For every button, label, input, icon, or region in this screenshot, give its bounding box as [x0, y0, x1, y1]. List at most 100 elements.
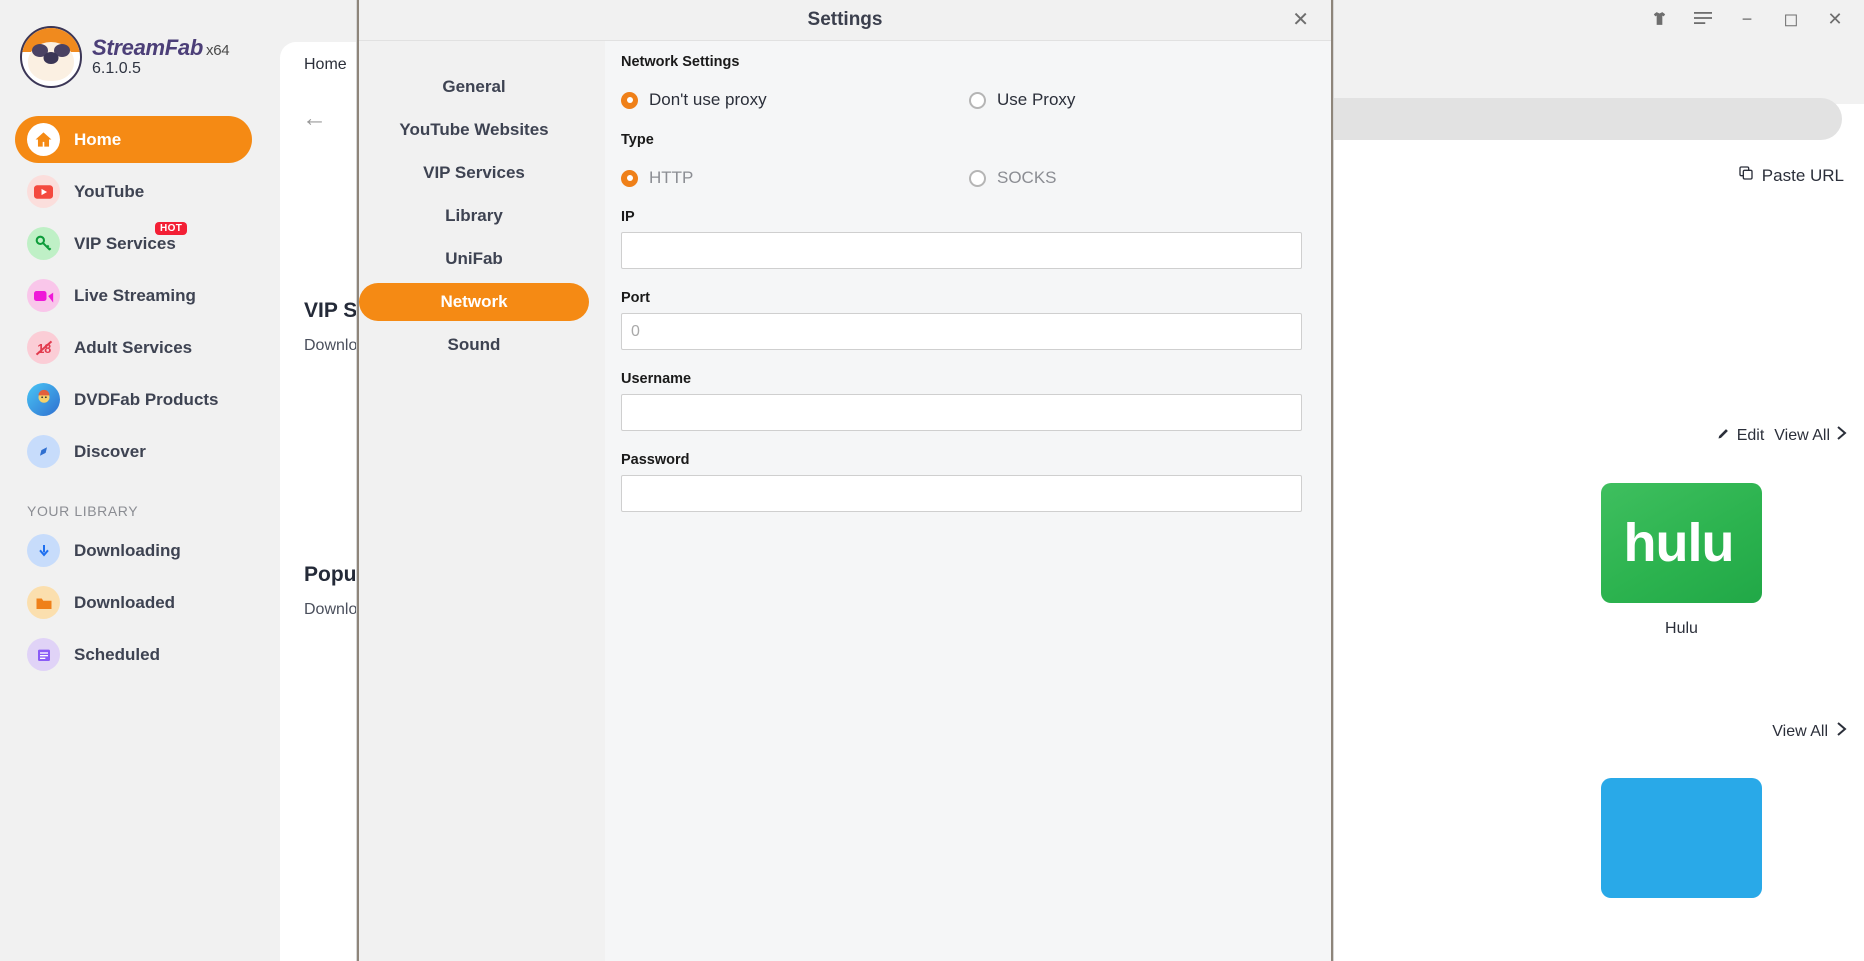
- sidebar-item-label: YouTube: [74, 181, 145, 201]
- settings-nav-library[interactable]: Library: [359, 197, 589, 235]
- ip-input[interactable]: [621, 232, 1302, 269]
- settings-nav-vip-services[interactable]: VIP Services: [359, 154, 589, 192]
- library-nav: Downloading Downloaded Scheduled: [0, 527, 267, 678]
- settings-nav-label: UniFab: [445, 249, 503, 268]
- key-icon: [27, 227, 60, 260]
- settings-nav-label: General: [442, 77, 506, 96]
- radio-dont-use-proxy[interactable]: Don't use proxy: [621, 90, 969, 110]
- tab-home[interactable]: Home: [304, 56, 347, 74]
- dialog-title: Settings: [807, 9, 883, 30]
- radio-label: HTTP: [649, 168, 694, 187]
- sidebar-item-live-streaming[interactable]: Live Streaming: [15, 272, 252, 319]
- sidebar-item-adult-services[interactable]: 18 Adult Services: [15, 324, 252, 371]
- sidebar-item-downloaded[interactable]: Downloaded: [15, 579, 252, 626]
- proxy-mode-radio-group: Don't use proxy Use Proxy: [621, 90, 1303, 110]
- sidebar-item-label: Live Streaming: [74, 285, 196, 305]
- paste-url-label: Paste URL: [1761, 165, 1844, 185]
- settings-nav-youtube-websites[interactable]: YouTube Websites: [359, 111, 589, 149]
- sidebar-item-dvdfab-products[interactable]: DVDFab Products: [15, 376, 252, 423]
- field-group-username: Username: [621, 371, 1303, 431]
- compass-icon: [27, 435, 60, 468]
- sidebar-item-label: Downloading: [74, 540, 181, 560]
- sidebar-item-label: VIP Services: [74, 233, 176, 253]
- panel-heading: Network Settings: [621, 54, 740, 70]
- home-icon: [27, 123, 60, 156]
- settings-nav-label: Sound: [447, 335, 501, 354]
- edit-button[interactable]: Edit: [1716, 426, 1764, 446]
- chevron-right-icon: [1836, 721, 1848, 742]
- youtube-icon: [27, 175, 60, 208]
- sidebar-item-label: Scheduled: [74, 644, 160, 664]
- password-input[interactable]: [621, 475, 1302, 512]
- sidebar-item-label: Home: [74, 129, 122, 149]
- menu-icon[interactable]: [1692, 10, 1714, 28]
- brand-name-text: StreamFab: [92, 34, 204, 60]
- field-group-port: Port: [621, 290, 1303, 350]
- popular-tile-blue[interactable]: [1601, 778, 1762, 898]
- adult-blocked-icon: 18: [27, 331, 60, 364]
- radio-socks[interactable]: SOCKS: [969, 168, 1057, 188]
- close-icon[interactable]: ✕: [1824, 10, 1846, 28]
- settings-nav-label: VIP Services: [423, 163, 525, 182]
- view-all-button[interactable]: View All: [1774, 425, 1848, 446]
- ip-label: IP: [621, 209, 635, 225]
- sidebar-item-label: Adult Services: [74, 337, 193, 357]
- dialog-body: General YouTube Websites VIP Services Li…: [359, 41, 1331, 961]
- sidebar-item-label: DVDFab Products: [74, 389, 219, 409]
- streamfab-logo-icon: [20, 26, 82, 88]
- view-all-button-bottom[interactable]: View All: [1772, 721, 1848, 742]
- network-settings-panel: Network Settings Don't use proxy Use Pro…: [605, 41, 1331, 961]
- radio-use-proxy[interactable]: Use Proxy: [969, 90, 1075, 110]
- port-input[interactable]: [621, 313, 1302, 350]
- window-controls: − ◻ ✕: [1254, 0, 1864, 104]
- brand: StreamFab x64 6.1.0.5: [0, 0, 267, 88]
- theme-shirt-icon[interactable]: [1648, 10, 1670, 30]
- settings-nav-label: YouTube Websites: [399, 120, 549, 139]
- folder-icon: [27, 586, 60, 619]
- radio-indicator: [969, 91, 986, 109]
- radio-indicator: [969, 169, 986, 187]
- maximize-icon[interactable]: ◻: [1780, 10, 1802, 28]
- view-all-bottom-label: View All: [1772, 722, 1828, 740]
- search-input[interactable]: [1282, 98, 1842, 140]
- dialog-titlebar: Settings ✕: [359, 0, 1331, 41]
- sidebar-item-home[interactable]: Home: [15, 116, 252, 163]
- library-heading: YOUR LIBRARY: [27, 503, 139, 519]
- brand-name: StreamFab x64: [92, 34, 230, 61]
- sidebar-item-label: Downloaded: [74, 592, 176, 612]
- settings-nav-label: Network: [440, 292, 508, 311]
- minimize-icon[interactable]: −: [1736, 10, 1758, 28]
- hulu-tile[interactable]: hulu: [1601, 483, 1762, 603]
- dvdfab-mascot-icon: [27, 383, 60, 416]
- radio-http[interactable]: HTTP: [621, 168, 969, 188]
- port-label: Port: [621, 290, 650, 306]
- status-badge: HOT: [155, 222, 188, 235]
- sidebar-item-youtube[interactable]: YouTube: [15, 168, 252, 215]
- app-version: 6.1.0.5: [92, 60, 141, 78]
- calendar-icon: [27, 638, 60, 671]
- paste-url-button[interactable]: Paste URL: [1738, 165, 1844, 186]
- chevron-right-icon: [1836, 425, 1848, 446]
- radio-label: SOCKS: [997, 168, 1057, 187]
- view-all-label: View All: [1774, 426, 1830, 444]
- sidebar-item-discover[interactable]: Discover: [15, 428, 252, 475]
- settings-nav-general[interactable]: General: [359, 68, 589, 106]
- sidebar-item-scheduled[interactable]: Scheduled: [15, 631, 252, 678]
- copy-icon: [1738, 165, 1754, 186]
- username-input[interactable]: [621, 394, 1302, 431]
- sidebar-item-vip-services[interactable]: VIP Services HOT: [15, 220, 252, 267]
- close-icon[interactable]: ✕: [1292, 10, 1309, 30]
- download-arrow-icon: [27, 534, 60, 567]
- settings-nav-sound[interactable]: Sound: [359, 326, 589, 364]
- pencil-icon: [1716, 426, 1731, 446]
- radio-indicator: [621, 91, 638, 109]
- radio-indicator: [621, 169, 638, 187]
- hulu-tile-caption: Hulu: [1665, 620, 1698, 637]
- radio-label: Use Proxy: [997, 90, 1076, 109]
- field-group-password: Password: [621, 452, 1303, 512]
- settings-nav-unifab[interactable]: UniFab: [359, 240, 589, 278]
- settings-nav-network[interactable]: Network: [359, 283, 589, 321]
- field-group-ip: IP: [621, 209, 1303, 269]
- arrow-left-icon[interactable]: ←: [302, 106, 327, 131]
- sidebar-item-downloading[interactable]: Downloading: [15, 527, 252, 574]
